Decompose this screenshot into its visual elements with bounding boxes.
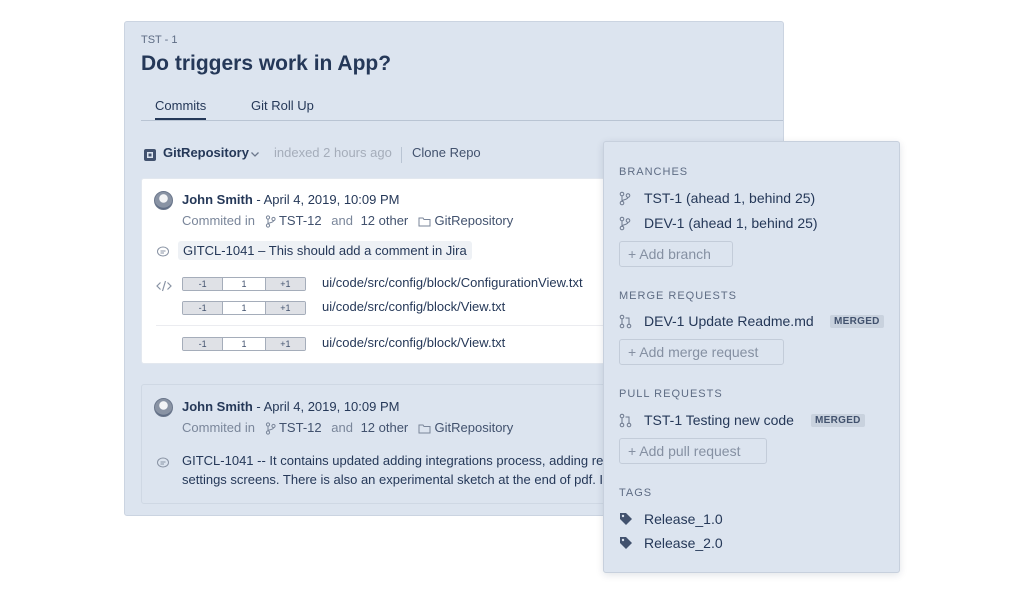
divider (156, 325, 610, 326)
branch-label[interactable]: DEV-1 (ahead 1, behind 25) (644, 215, 818, 231)
commit-author[interactable]: John Smith (182, 192, 253, 207)
status-badge: MERGED (830, 315, 884, 328)
comment-icon (156, 454, 170, 472)
diff-additions: +1 (265, 278, 305, 290)
commit-date: - April 4, 2019, 10:09 PM (252, 399, 400, 414)
diff-deletions: -1 (183, 278, 224, 290)
commit-repo-link[interactable]: GitRepository (435, 420, 514, 435)
add-pull-request-button[interactable]: + Add pull request (619, 438, 767, 464)
commit-meta: Commited in TST-12 and 12 other GitRepos… (182, 213, 513, 228)
branch-label[interactable]: TST-1 (ahead 1, behind 25) (644, 190, 815, 206)
commit-card: John Smith - April 4, 2019, 10:09 PM Com… (141, 178, 611, 364)
file-row: -1 1 +1 ui/code/src/config/block/Configu… (156, 275, 596, 295)
diff-additions: +1 (265, 302, 305, 314)
committed-in-label: Commited in (182, 420, 255, 435)
commit-header: John Smith - April 4, 2019, 10:09 PM (182, 192, 399, 207)
avatar (154, 191, 173, 210)
diff-deletions: -1 (183, 338, 224, 350)
commit-meta: Commited in TST-12 and 12 other GitRepos… (182, 420, 513, 435)
diff-changes: 1 (223, 338, 266, 350)
add-branch-button[interactable]: + Add branch (619, 241, 733, 267)
pull-request-label[interactable]: TST-1 Testing new code (644, 412, 794, 428)
branch-icon (619, 216, 631, 234)
tab-git-roll-up[interactable]: Git Roll Up (251, 98, 314, 118)
tab-commits[interactable]: Commits (155, 98, 207, 120)
file-row: -1 1 +1 ui/code/src/config/block/View.tx… (156, 299, 596, 319)
commit-message: GITCL-1041 – This should add a comment i… (178, 241, 472, 260)
other-branches-link[interactable]: 12 other (361, 420, 409, 435)
pull-requests-heading: PULL REQUESTS (619, 388, 723, 400)
file-path-link[interactable]: ui/code/src/config/block/View.txt (322, 335, 505, 350)
diff-changes: 1 (223, 278, 266, 290)
page-title: Do triggers work in App? (141, 52, 392, 75)
clone-repo-button[interactable]: Clone Repo (412, 145, 481, 160)
merge-request-label[interactable]: DEV-1 Update Readme.md (644, 313, 814, 329)
branch-icon (265, 213, 279, 228)
chevron-down-icon[interactable] (249, 145, 261, 160)
branches-heading: BRANCHES (619, 166, 689, 178)
tag-icon (619, 512, 633, 529)
pull-request-icon (619, 413, 632, 431)
commit-message-text[interactable]: GITCL-1041 – This should add a comment i… (178, 241, 472, 260)
repo-selector[interactable]: GitRepository (163, 145, 249, 160)
commit-card: John Smith - April 4, 2019, 10:09 PM Com… (141, 384, 611, 504)
commit-date: - April 4, 2019, 10:09 PM (252, 192, 400, 207)
comment-icon (156, 243, 170, 261)
diff-stat: -1 1 +1 (182, 277, 306, 291)
avatar (154, 398, 173, 417)
pull-request-icon (619, 314, 632, 332)
diff-stat: -1 1 +1 (182, 337, 306, 351)
file-path-link[interactable]: ui/code/src/config/block/ConfigurationVi… (322, 275, 583, 290)
commit-header: John Smith - April 4, 2019, 10:09 PM (182, 399, 399, 414)
merge-requests-heading: MERGE REQUESTS (619, 290, 737, 302)
and-label: and (331, 213, 353, 228)
commit-author[interactable]: John Smith (182, 399, 253, 414)
diff-additions: +1 (265, 338, 305, 350)
commit-message-line: GITCL-1041 -- It contains updated adding… (182, 453, 604, 468)
indexed-status: indexed 2 hours ago (274, 145, 392, 160)
and-label: and (331, 420, 353, 435)
tab-bar: Commits Git Roll Up (141, 98, 783, 121)
commit-branch-link[interactable]: TST-12 (279, 213, 322, 228)
branch-icon (619, 191, 631, 209)
git-repo-icon (143, 146, 157, 162)
branch-icon (265, 420, 279, 435)
commit-message-line: settings screens. There is also an exper… (182, 472, 604, 487)
folder-icon (418, 213, 435, 228)
commit-branch-link[interactable]: TST-12 (279, 420, 322, 435)
toolbar-divider (401, 147, 402, 163)
file-row: -1 1 +1 ui/code/src/config/block/View.tx… (156, 335, 596, 355)
status-badge: MERGED (811, 414, 865, 427)
development-panel: BRANCHES TST-1 (ahead 1, behind 25) DEV-… (603, 141, 900, 573)
diff-changes: 1 (223, 302, 266, 314)
tag-label[interactable]: Release_2.0 (644, 535, 723, 551)
diff-deletions: -1 (183, 302, 224, 314)
file-path-link[interactable]: ui/code/src/config/block/View.txt (322, 299, 505, 314)
committed-in-label: Commited in (182, 213, 255, 228)
folder-icon (418, 420, 435, 435)
tag-icon (619, 536, 633, 553)
issue-key[interactable]: TST - 1 (141, 34, 177, 46)
other-branches-link[interactable]: 12 other (361, 213, 409, 228)
add-merge-request-button[interactable]: + Add merge request (619, 339, 784, 365)
tags-heading: TAGS (619, 487, 653, 499)
tag-label[interactable]: Release_1.0 (644, 511, 723, 527)
commit-repo-link[interactable]: GitRepository (435, 213, 514, 228)
commit-message: GITCL-1041 -- It contains updated adding… (182, 451, 603, 489)
diff-stat: -1 1 +1 (182, 301, 306, 315)
